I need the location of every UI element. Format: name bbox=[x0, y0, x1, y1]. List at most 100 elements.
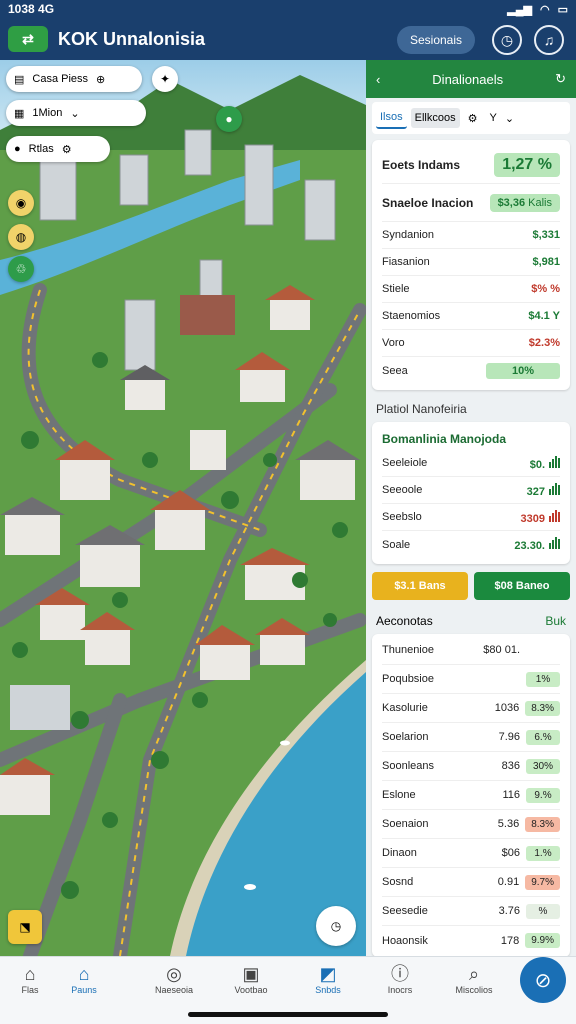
list-item[interactable]: Hoaonsik 178 9.9% bbox=[382, 926, 560, 955]
list-item-value: 116 bbox=[502, 789, 520, 801]
settings-icon[interactable]: ⚙ bbox=[464, 108, 482, 129]
map-pin-icon[interactable]: ● bbox=[216, 106, 242, 132]
headline-row: Eoets Indams 1,27 % bbox=[382, 146, 560, 184]
list-item[interactable]: Eslone 116 9.% bbox=[382, 781, 560, 810]
person-icon[interactable]: ◍ bbox=[8, 224, 34, 250]
timer-icon[interactable]: ◷ bbox=[316, 906, 356, 946]
app-bar: ⇄ KOK Unnalonisia Sesionais ◷ ♫ bbox=[0, 18, 576, 60]
city-map[interactable]: ▤ Casa Piess ⊕ ✦ ▦ 1Mion ⌄ ● Rtlas ⚙ ◉ ◍… bbox=[0, 60, 366, 956]
stats-panel: ‹ Dinalionaels ↻ Ilsos Ellkcoos ⚙ Y ⌄ Eo… bbox=[366, 60, 576, 956]
wifi-icon: ◠ bbox=[539, 3, 550, 16]
headline-label: Eoets Indams bbox=[382, 157, 461, 172]
summary-row: Voro $2.3% bbox=[382, 330, 560, 357]
home-indicator bbox=[188, 1012, 388, 1017]
nav-icon: ⌂ bbox=[24, 964, 36, 984]
notifications-icon[interactable]: ♫ bbox=[534, 25, 564, 55]
list-item[interactable]: Seesedie 3.76% bbox=[382, 897, 560, 926]
sub-value-pill: $3,36 Kalis bbox=[489, 193, 560, 212]
list-item-value: 5.36 bbox=[497, 818, 520, 830]
tab-2[interactable]: Y bbox=[485, 108, 500, 128]
sub-value: $3,36 bbox=[497, 196, 526, 209]
back-icon[interactable]: ‹ bbox=[376, 72, 380, 87]
list-item-values: 1036 8.3% bbox=[495, 700, 560, 716]
list-item-tag: 1% bbox=[526, 671, 560, 687]
summary-row-value: $,331 bbox=[532, 229, 560, 241]
nav-item[interactable]: ⌂ Flas bbox=[0, 963, 60, 995]
list-item[interactable]: Dinaon $06 1.% bbox=[382, 839, 560, 868]
nav-icon: ⌕ bbox=[468, 964, 480, 984]
compass-icon[interactable]: ✦ bbox=[152, 66, 178, 92]
management-row-value-wrap: 23.30. bbox=[514, 537, 560, 552]
map-layer-chip[interactable]: ● Rtlas ⚙ bbox=[6, 136, 110, 162]
summary-row-value: 10% bbox=[485, 362, 560, 379]
nav-icon: ⌂ bbox=[78, 964, 90, 984]
chevron-down-icon: ⌄ bbox=[70, 107, 80, 120]
tab-1[interactable]: Ellkcoos bbox=[410, 108, 460, 128]
list-item-tag: 9.% bbox=[526, 787, 560, 803]
management-row-value-wrap: 327 bbox=[527, 482, 560, 498]
list-item[interactable]: Soenaion 5.36 8.3% bbox=[382, 810, 560, 839]
nav-label: Snbds bbox=[315, 985, 341, 995]
list-item-tag: 9.9% bbox=[525, 933, 560, 948]
summary-rows: Syndanion $,331 Fiasanion $,981 Stiele $% % St… bbox=[382, 222, 560, 384]
panel-tabs: Ilsos Ellkcoos ⚙ Y ⌄ bbox=[372, 102, 570, 134]
nav-item[interactable]: ◩ Snbds bbox=[298, 963, 358, 995]
panel-title: Dinalionaels bbox=[432, 71, 504, 87]
list-item-label: Dinaon bbox=[382, 847, 417, 859]
nav-item[interactable]: ▣ Vootbao bbox=[221, 963, 281, 995]
summary-row-value: $4.1 Y bbox=[528, 310, 560, 322]
session-button[interactable]: Sesionais bbox=[397, 26, 475, 54]
toggle-icon: ● bbox=[14, 143, 21, 155]
map-search-chip[interactable]: ▤ Casa Piess ⊕ bbox=[6, 66, 142, 92]
list-item-values: 116 9.% bbox=[502, 787, 560, 803]
management-card: Bomanlinia Manojoda Seeleiole $0. Seeoole 3… bbox=[372, 422, 570, 564]
nav-icon: ◩ bbox=[319, 964, 337, 984]
list-item[interactable]: Soelarion 7.96 6.% bbox=[382, 723, 560, 752]
nav-label: Pauns bbox=[71, 985, 97, 995]
nav-item[interactable]: ⌂ Pauns bbox=[54, 963, 114, 995]
nav-item[interactable]: ⓘ Inocrs bbox=[370, 963, 430, 995]
management-row-label: Seeoole bbox=[382, 484, 423, 496]
battery-icon: ▭ bbox=[557, 3, 568, 16]
management-row-value: $0. bbox=[529, 458, 545, 471]
recycle-icon[interactable]: ♲ bbox=[8, 256, 34, 282]
clock-icon[interactable]: ◷ bbox=[492, 25, 522, 55]
tab-0[interactable]: Ilsos bbox=[376, 107, 407, 129]
nav-label: Inocrs bbox=[387, 985, 413, 995]
map-filter-chip[interactable]: ▦ 1Mion ⌄ bbox=[6, 100, 146, 126]
nav-item[interactable]: ⌕ Miscolios bbox=[444, 963, 504, 995]
list-item-label: Soenaion bbox=[382, 818, 429, 830]
action-button-1[interactable]: $3.1 Bans bbox=[372, 572, 468, 600]
refresh-icon[interactable]: ↻ bbox=[555, 71, 566, 87]
nav-icon: ⓘ bbox=[391, 964, 409, 984]
list-item-values: $06 1.% bbox=[502, 845, 560, 861]
list-item-tag bbox=[526, 648, 560, 652]
action-button-2[interactable]: $08 Baneo bbox=[474, 572, 570, 600]
street-view-icon[interactable]: ⬔ bbox=[8, 910, 42, 944]
nav-item[interactable]: ◎ Naeseoia bbox=[144, 963, 204, 995]
status-time: 1038 4G bbox=[8, 2, 55, 16]
signal-icon: ▂▄▆ bbox=[507, 3, 532, 16]
list-item[interactable]: Kasolurie 1036 8.3% bbox=[382, 694, 560, 723]
nav-label: Vootbao bbox=[234, 985, 268, 995]
chevron-down-icon[interactable]: ⌄ bbox=[505, 112, 514, 125]
list-item[interactable]: Thunenioe $80 01. bbox=[382, 636, 560, 665]
list-item[interactable]: Poqubsioe 1% bbox=[382, 665, 560, 694]
lightbulb-icon[interactable]: ◉ bbox=[8, 190, 34, 216]
headline-value: 1,27 % bbox=[494, 152, 560, 177]
list-item-values: $80 01. bbox=[483, 644, 560, 656]
list-item-label: Poqubsioe bbox=[382, 673, 434, 685]
settings-icon: ⚙ bbox=[61, 143, 72, 156]
management-row-value-wrap: $0. bbox=[529, 455, 560, 471]
list-item-values: 1% bbox=[520, 671, 560, 687]
management-title: Bomanlinia Manojoda bbox=[382, 432, 507, 446]
summary-row-label: Voro bbox=[382, 337, 405, 349]
list-item-values: 178 9.9% bbox=[501, 933, 560, 948]
list-item-label: Soonleans bbox=[382, 760, 434, 772]
nav-label: Flas bbox=[21, 985, 39, 995]
map-toggle-fab[interactable]: ⊘ bbox=[520, 957, 566, 1003]
list-item[interactable]: Sosnd 0.91 9.7% bbox=[382, 868, 560, 897]
section3-link[interactable]: Buk bbox=[545, 614, 566, 628]
list-item[interactable]: Soonleans 836 30% bbox=[382, 752, 560, 781]
list-item-value: 0.91 bbox=[497, 876, 520, 888]
